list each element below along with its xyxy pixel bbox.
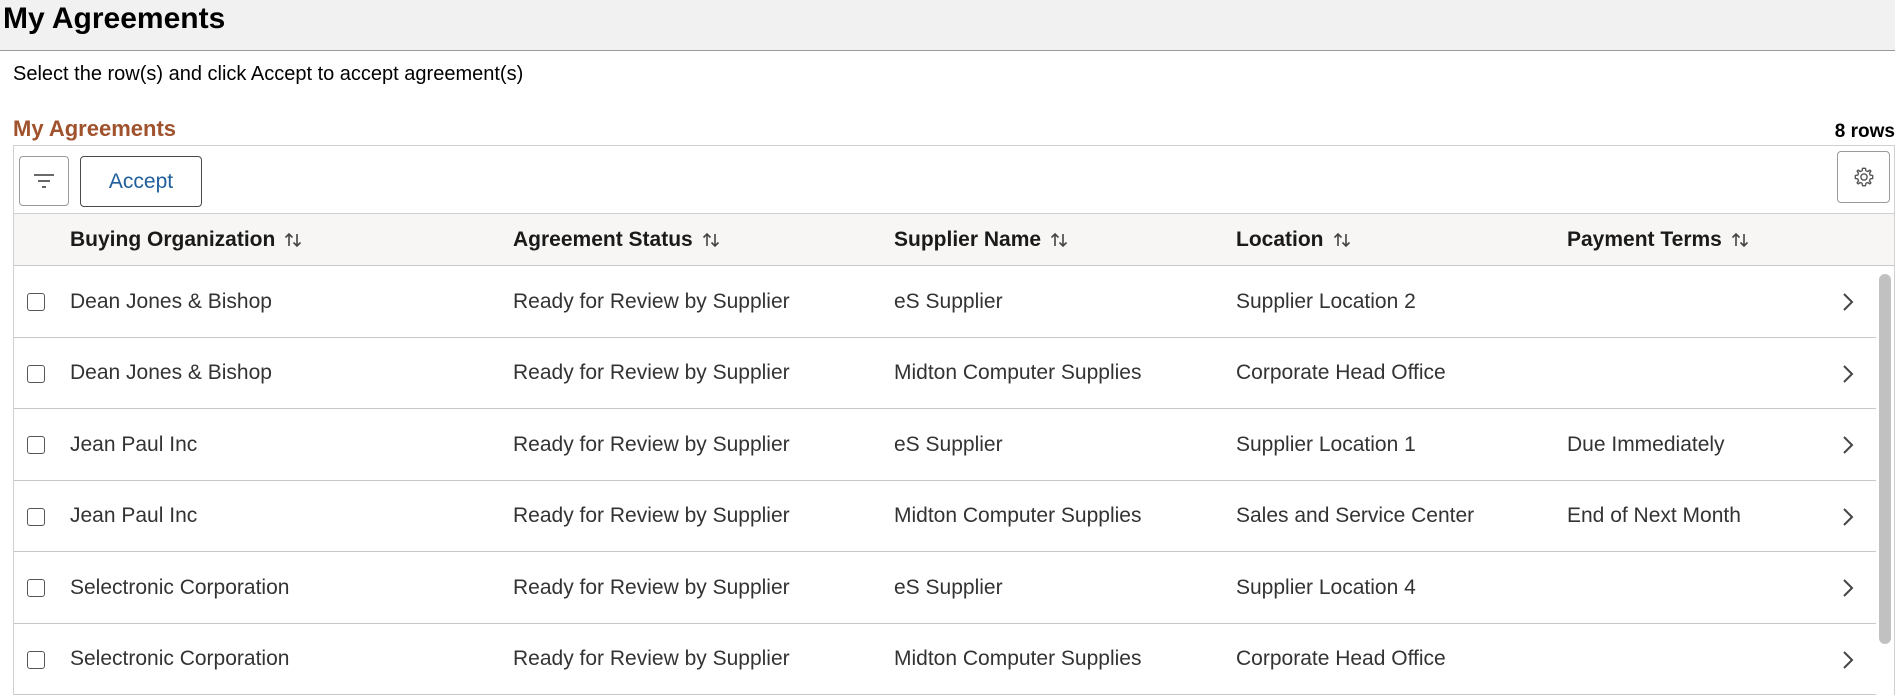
cell-location: Sales and Service Center — [1236, 504, 1475, 527]
cell-location: Supplier Location 2 — [1236, 289, 1416, 313]
table-row[interactable]: Dean Jones & Bishop Ready for Review by … — [14, 338, 1876, 409]
chevron-right-icon[interactable] — [1836, 576, 1860, 600]
column-header-supplier-name[interactable]: Supplier Name — [894, 214, 1069, 266]
table-row[interactable]: Dean Jones & Bishop Ready for Review by … — [14, 266, 1876, 338]
cell-agreement-status: Ready for Review by Supplier — [513, 504, 790, 527]
column-header-label: Agreement Status — [513, 228, 693, 251]
column-header-payment-terms[interactable]: Payment Terms — [1567, 214, 1750, 266]
chevron-right-icon[interactable] — [1836, 648, 1860, 672]
cell-buying-organization: Jean Paul Inc — [70, 504, 198, 527]
grid-settings-button[interactable] — [1837, 151, 1890, 203]
cell-supplier-name: Midton Computer Supplies — [894, 361, 1142, 384]
cell-location: Supplier Location 4 — [1236, 575, 1416, 599]
chevron-right-icon[interactable] — [1836, 433, 1860, 457]
sort-arrows-icon[interactable] — [283, 231, 303, 249]
column-header-label: Payment Terms — [1567, 228, 1722, 251]
agreements-grid: Accept Buying Organization Agreement Sta… — [13, 145, 1895, 695]
filter-button[interactable] — [19, 156, 69, 206]
gear-icon — [1854, 167, 1873, 187]
column-header-agreement-status[interactable]: Agreement Status — [513, 214, 721, 266]
row-select-checkbox[interactable] — [27, 436, 45, 454]
column-header-label: Supplier Name — [894, 228, 1042, 251]
filter-icon — [34, 174, 54, 188]
cell-payment-terms: Due Immediately — [1567, 432, 1725, 456]
row-select-checkbox[interactable] — [27, 579, 45, 597]
column-header-buying-organization[interactable]: Buying Organization — [70, 214, 303, 266]
grid-toolbar: Accept — [14, 146, 1894, 214]
sort-arrows-icon[interactable] — [1049, 231, 1069, 249]
row-select-checkbox[interactable] — [27, 507, 45, 526]
row-select-checkbox[interactable] — [27, 293, 45, 311]
chevron-right-icon[interactable] — [1836, 290, 1860, 314]
cell-supplier-name: eS Supplier — [894, 575, 1003, 599]
sort-arrows-icon[interactable] — [1730, 231, 1750, 249]
cell-supplier-name: Midton Computer Supplies — [894, 504, 1142, 527]
column-header-label: Location — [1236, 228, 1324, 251]
sort-arrows-icon[interactable] — [701, 231, 721, 249]
cell-agreement-status: Ready for Review by Supplier — [513, 575, 790, 599]
chevron-right-icon[interactable] — [1836, 362, 1860, 386]
cell-supplier-name: Midton Computer Supplies — [894, 647, 1142, 670]
cell-location: Supplier Location 1 — [1236, 432, 1416, 456]
cell-supplier-name: eS Supplier — [894, 289, 1003, 313]
row-select-checkbox[interactable] — [27, 364, 45, 383]
grid-title: My Agreements — [13, 116, 177, 141]
table-row[interactable]: Selectronic Corporation Ready for Review… — [14, 552, 1876, 624]
column-header-label: Buying Organization — [70, 228, 276, 251]
cell-agreement-status: Ready for Review by Supplier — [513, 361, 790, 384]
cell-location: Corporate Head Office — [1236, 647, 1446, 670]
page-header: My Agreements — [0, 0, 1895, 51]
cell-payment-terms: End of Next Month — [1567, 504, 1741, 527]
table-row[interactable]: Jean Paul Inc Ready for Review by Suppli… — [14, 409, 1876, 481]
cell-buying-organization: Selectronic Corporation — [70, 647, 290, 670]
row-count: 8 rows — [1834, 121, 1895, 142]
row-select-checkbox[interactable] — [27, 650, 45, 669]
cell-buying-organization: Dean Jones & Bishop — [70, 289, 272, 313]
table-row[interactable]: Jean Paul Inc Ready for Review by Suppli… — [14, 481, 1876, 552]
cell-agreement-status: Ready for Review by Supplier — [513, 432, 790, 456]
cell-supplier-name: eS Supplier — [894, 432, 1003, 456]
cell-buying-organization: Jean Paul Inc — [70, 432, 198, 456]
grid-header-row: Buying Organization Agreement Status Sup… — [14, 214, 1894, 266]
cell-agreement-status: Ready for Review by Supplier — [513, 289, 790, 313]
sort-arrows-icon[interactable] — [1332, 231, 1352, 249]
accept-button[interactable]: Accept — [80, 156, 202, 207]
scrollbar-thumb[interactable] — [1879, 274, 1891, 644]
grid-body: Dean Jones & Bishop Ready for Review by … — [14, 266, 1876, 695]
cell-agreement-status: Ready for Review by Supplier — [513, 647, 790, 670]
table-row[interactable]: Selectronic Corporation Ready for Review… — [14, 624, 1876, 695]
column-header-location[interactable]: Location — [1236, 214, 1352, 266]
chevron-right-icon[interactable] — [1836, 505, 1860, 529]
cell-buying-organization: Selectronic Corporation — [70, 575, 290, 599]
cell-buying-organization: Dean Jones & Bishop — [70, 361, 272, 384]
instructions-text: Select the row(s) and click Accept to ac… — [13, 63, 524, 85]
page-title: My Agreements — [3, 2, 226, 35]
cell-location: Corporate Head Office — [1236, 361, 1446, 384]
